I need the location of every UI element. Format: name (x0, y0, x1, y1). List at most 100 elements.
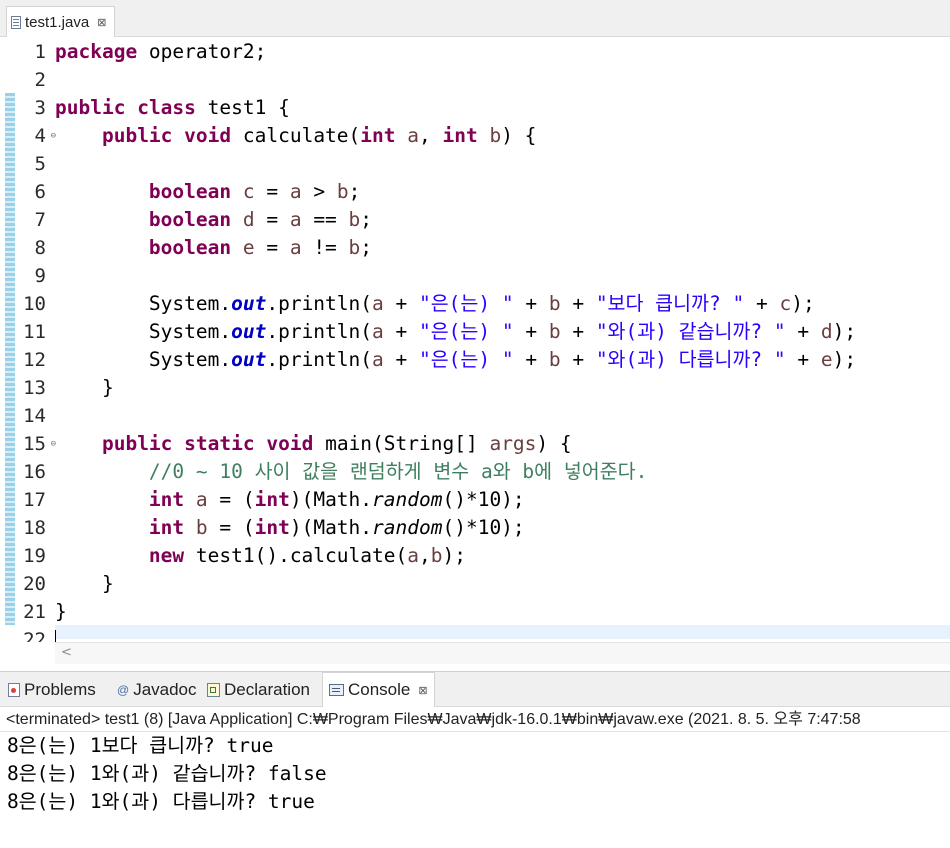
keyword: static (184, 432, 255, 455)
tab-javadoc[interactable]: @ Javadoc (111, 672, 203, 707)
line-number: 19 (23, 545, 46, 567)
tab-declaration[interactable]: Declaration (201, 672, 316, 707)
code-text: .println( (266, 348, 373, 371)
variable: a (372, 320, 384, 343)
variable: a (407, 544, 419, 567)
variable: b (336, 180, 349, 203)
console-line: 8은(는) 1와(과) 다릅니까? true (7, 790, 315, 813)
keyword: int (442, 124, 478, 147)
parameter: args (489, 432, 537, 455)
variable: a (372, 292, 384, 315)
code-line-4[interactable]: public void calculate(int a, int b) { (55, 122, 856, 150)
keyword: int (148, 516, 185, 539)
code-text: = ( (207, 488, 255, 511)
code-text: } (101, 376, 114, 399)
code-line-11[interactable]: System.out.println(a + "은(는) " + b + "와(… (55, 318, 856, 346)
static-field: out (231, 320, 267, 343)
comment-var: a (480, 460, 493, 483)
code-text: ) { (536, 432, 572, 455)
code-text: + (560, 320, 596, 343)
line-number: 1 (34, 41, 46, 63)
line-number: 21 (23, 601, 46, 623)
code-line-10[interactable]: System.out.println(a + "은(는) " + b + "보다… (55, 290, 856, 318)
code-editor[interactable]: 1 2 3 4 ⊖ 5 6 7 8 9 10 11 12 13 14 15 ⊖ 16… (0, 37, 950, 642)
line-number: 8 (34, 237, 46, 259)
code-line-3[interactable]: public class test1 { (55, 94, 856, 122)
code-line-9[interactable] (55, 262, 856, 290)
string-literal: "은(는) " (419, 320, 514, 343)
keyword: public (101, 124, 173, 147)
code-line-16[interactable]: //0 ~ 10 사이 값을 랜덤하게 변수 a와 b에 넣어준다. (55, 458, 856, 486)
static-method: random (372, 488, 443, 511)
line-number: 12 (23, 349, 46, 371)
declaration-icon (207, 682, 220, 697)
code-line-21[interactable]: } (55, 598, 856, 626)
code-text: = ( (207, 516, 255, 539)
code-line-18[interactable]: int b = (int)(Math.random()*10); (55, 514, 856, 542)
code-line-2[interactable] (55, 66, 856, 94)
code-line-5[interactable] (55, 150, 856, 178)
keyword: boolean (148, 208, 232, 231)
keyword: package (55, 40, 138, 63)
variable: d (231, 208, 255, 231)
code-text: = (254, 180, 290, 203)
console-output[interactable]: 8은(는) 1보다 큽니까? true 8은(는) 1와(과) 같습니까? fa… (7, 732, 327, 816)
tab-javadoc-label: Javadoc (133, 679, 197, 699)
line-number: 17 (23, 489, 46, 511)
line-number: 3 (34, 97, 46, 119)
tab-console[interactable]: Console ⊠ (322, 672, 435, 707)
code-line-6[interactable]: boolean c = a > b; (55, 178, 856, 206)
code-line-12[interactable]: System.out.println(a + "은(는) " + b + "와(… (55, 346, 856, 374)
line-number: 22 (23, 629, 46, 642)
code-line-13[interactable]: } (55, 374, 856, 402)
code-text: + (785, 348, 821, 371)
code-line-1[interactable]: package operator2; (55, 38, 856, 66)
code-line-22[interactable] (55, 626, 856, 642)
code-text: ; (360, 208, 373, 231)
code-line-19[interactable]: new test1().calculate(a,b); (55, 542, 856, 570)
code-text: , (418, 544, 431, 567)
string-literal: "은(는) " (419, 292, 514, 315)
code-text-area[interactable]: package operator2; public class test1 { … (55, 38, 856, 642)
variable: a (289, 208, 302, 231)
keyword: boolean (148, 236, 232, 259)
tab-problems[interactable]: Problems (2, 672, 102, 707)
code-text: ()*10); (442, 488, 525, 511)
variable: b (348, 208, 361, 231)
code-line-14[interactable] (55, 402, 856, 430)
close-icon[interactable]: ⊠ (97, 16, 106, 29)
variable: b (430, 544, 443, 567)
line-number: 10 (23, 293, 46, 315)
variable: b (348, 236, 361, 259)
line-number: 6 (34, 181, 46, 203)
keyword: int (254, 488, 290, 511)
static-field: out (231, 348, 267, 371)
code-line-17[interactable]: int a = (int)(Math.random()*10); (55, 486, 856, 514)
line-number: 7 (34, 209, 46, 231)
close-icon[interactable]: ⊠ (418, 684, 427, 697)
line-number: 15 ⊖ (14, 430, 56, 458)
code-text: operator2; (137, 40, 267, 63)
editor-tab-test1-java[interactable]: test1.java ⊠ (6, 6, 116, 37)
horizontal-scrollbar[interactable]: < (55, 642, 950, 664)
code-text: + (513, 320, 549, 343)
code-text: , (419, 124, 443, 147)
string-literal: "와(과) 같습니까? " (595, 320, 786, 343)
code-line-15[interactable]: public static void main(String[] args) { (55, 430, 856, 458)
code-line-8[interactable]: boolean e = a != b; (55, 234, 856, 262)
code-text: + (513, 292, 549, 315)
line-number: 9 (34, 265, 46, 287)
code-text: )(Math. (289, 488, 373, 511)
variable: e (820, 348, 833, 371)
console-icon (329, 684, 344, 696)
editor-tab-label: test1.java (25, 13, 90, 31)
code-text: + (560, 348, 596, 371)
tab-declaration-label: Declaration (224, 679, 310, 699)
code-line-7[interactable]: boolean d = a == b; (55, 206, 856, 234)
code-text: + (744, 292, 780, 315)
code-line-20[interactable]: } (55, 570, 856, 598)
scroll-left-icon[interactable]: < (61, 645, 72, 660)
keyword: void (266, 432, 314, 455)
comment: //0 ~ 10 사이 값을 랜덤하게 변수 (148, 460, 481, 483)
code-text: + (383, 292, 419, 315)
